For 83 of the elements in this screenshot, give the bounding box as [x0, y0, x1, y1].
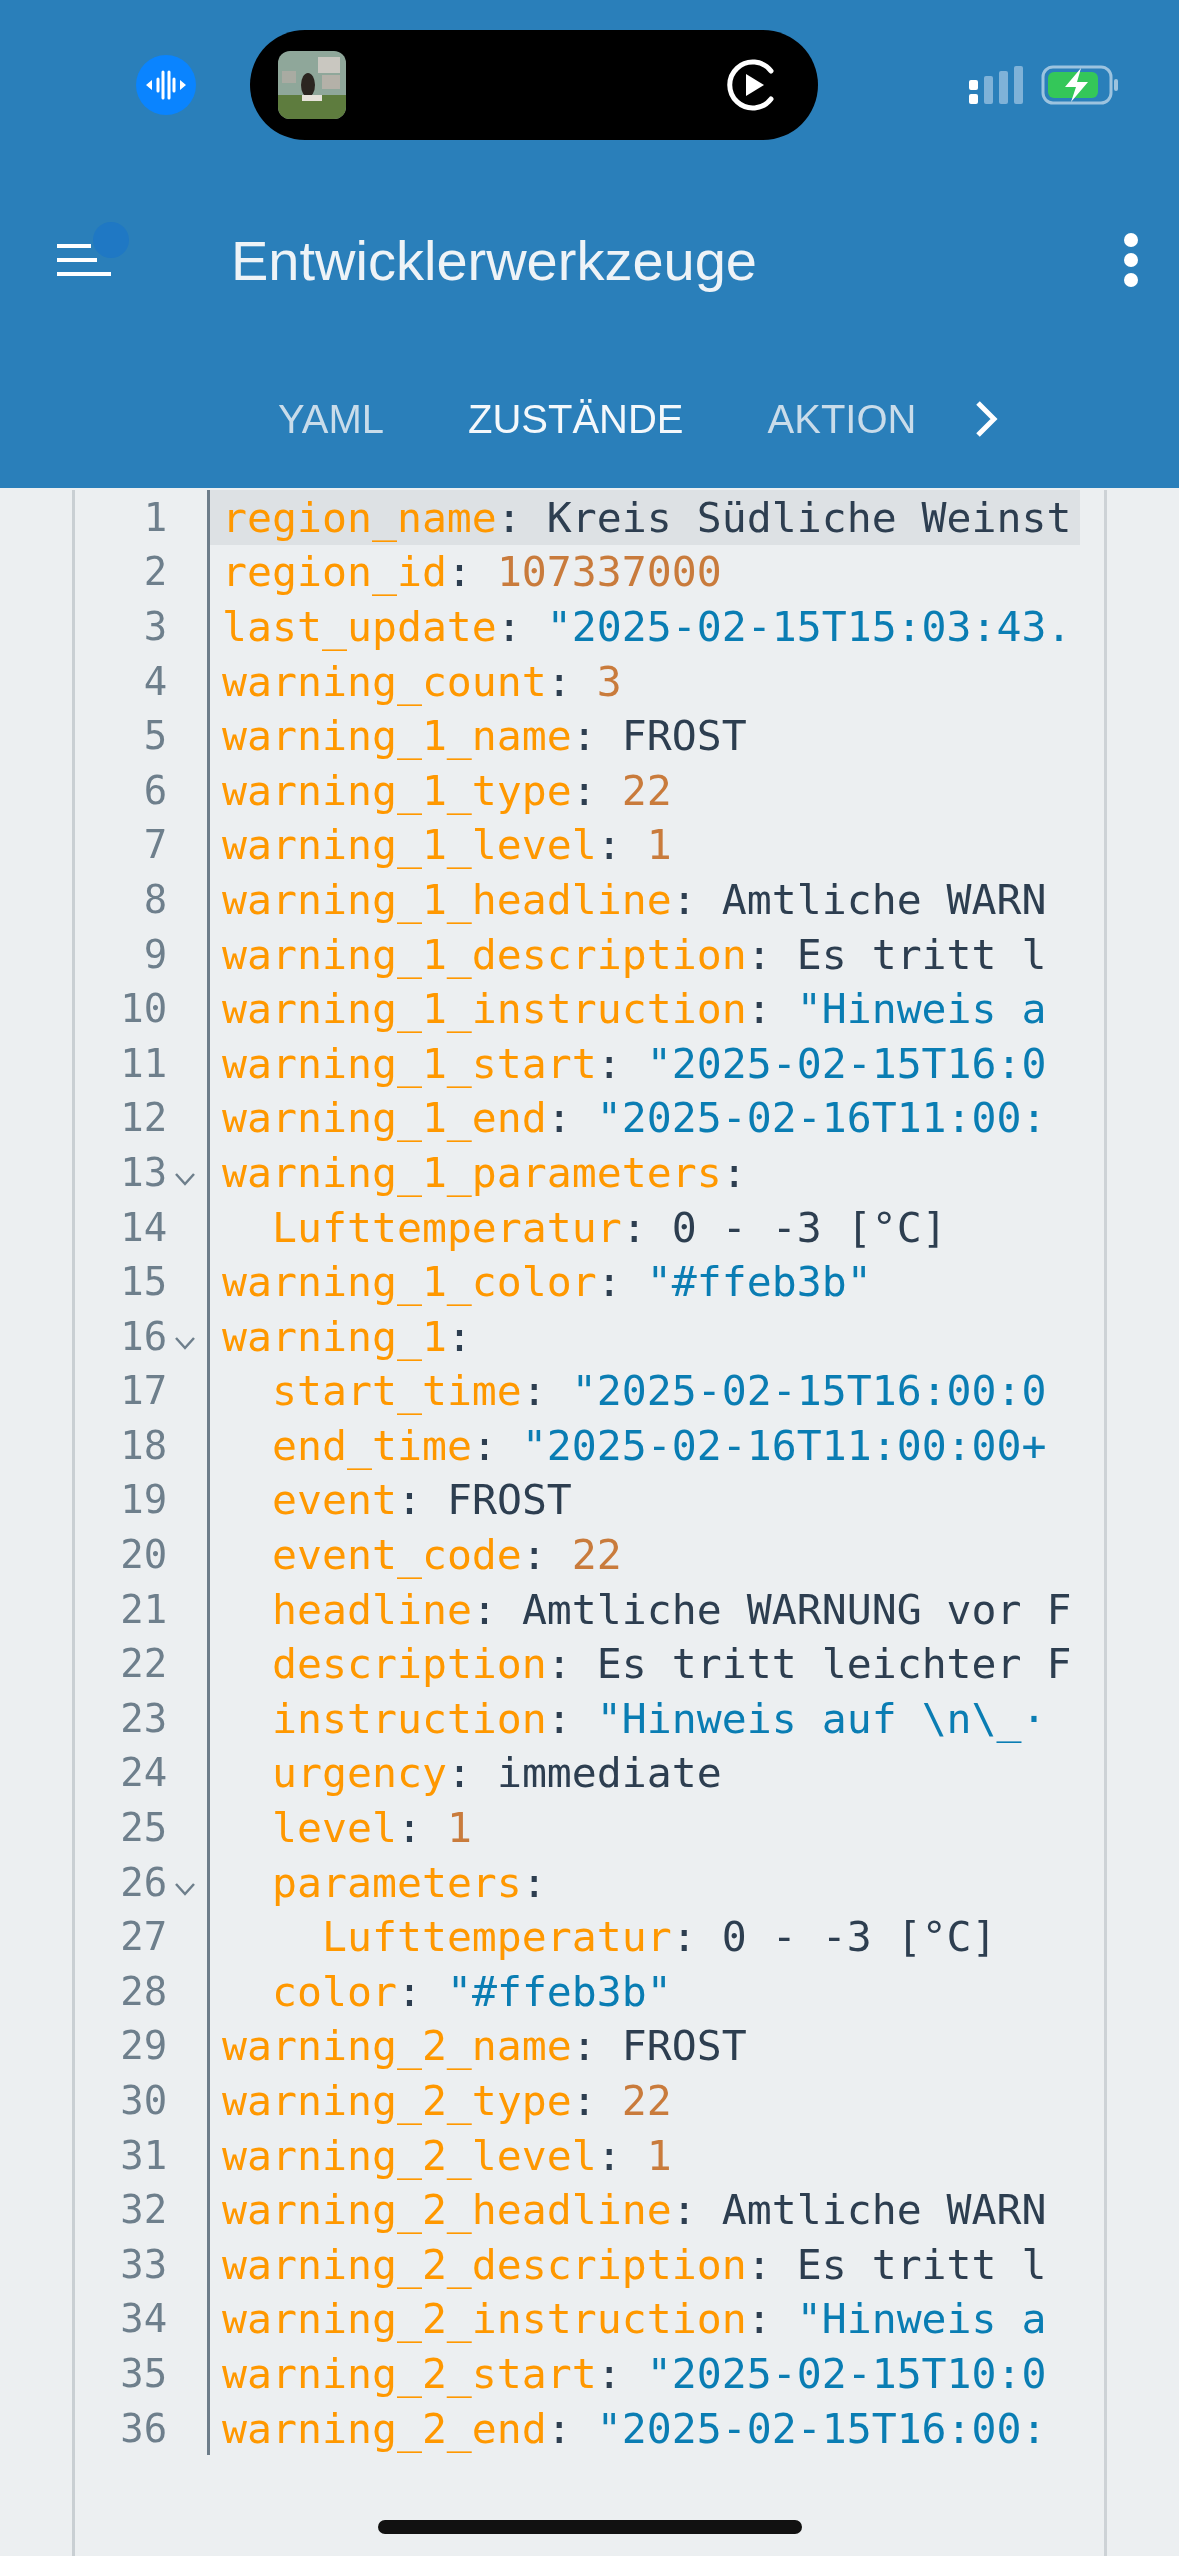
line-number: 11: [119, 1040, 168, 1086]
code-line: warning_2_type: 22: [221, 2075, 673, 2127]
code-line: headline: Amtliche WARNUNG vor F: [271, 1583, 1073, 1636]
code-line: Lufttemperatur: 0 - -3 [°C]: [320, 1911, 998, 1964]
fold-chevron-icon[interactable]: [173, 1171, 198, 1188]
code-line: warning_1_headline: Amtliche WARN: [221, 873, 1048, 926]
line-number: 30: [119, 2078, 168, 2123]
line-number: 36: [119, 2405, 168, 2451]
line-number: 7: [142, 822, 168, 868]
code-line: warning_2_end: "2025-02-15T16:00:: [221, 2402, 1048, 2455]
code-line: instruction: "Hinweis auf \n\_·: [271, 1692, 1048, 1745]
line-number: 26: [119, 1859, 168, 1905]
code-line: warning_count: 3: [221, 655, 623, 708]
line-number: 16: [119, 1313, 168, 1359]
line-number: 34: [119, 2296, 168, 2342]
tab[interactable]: YAML: [252, 379, 410, 459]
line-number: 20: [119, 1532, 168, 1578]
line-number: 35: [119, 2351, 168, 2396]
code-line: warning_2_name: FROST: [221, 2020, 748, 2073]
line-number: 13: [119, 1149, 168, 1195]
code-line: Lufttemperatur: 0 - -3 [°C]: [271, 1201, 948, 1254]
code-line: end_time: "2025-02-16T11:00:00+: [271, 1419, 1048, 1472]
line-number: 10: [119, 986, 168, 1032]
line-number: 25: [119, 1805, 168, 1851]
code-line: start_time: "2025-02-15T16:00:0: [271, 1365, 1048, 1418]
line-number: 27: [119, 1914, 168, 1960]
code-line: warning_1:: [221, 1310, 473, 1363]
audio-wave-icon: [136, 55, 196, 115]
page-title: Entwicklerwerkzeuge: [231, 227, 757, 293]
code-line: warning_1_description: Es tritt l: [221, 928, 1048, 981]
code-line: level: 1: [271, 1802, 473, 1855]
code-line: warning_1_start: "2025-02-15T16:0: [221, 1037, 1048, 1090]
line-number: 19: [119, 1477, 168, 1523]
line-number: 5: [142, 713, 168, 759]
battery-charging-icon: [1041, 65, 1119, 105]
code-line: region_id: 107337000: [221, 546, 723, 599]
more-options-icon[interactable]: [1123, 232, 1139, 288]
code-line: warning_2_level: 1: [221, 2129, 673, 2182]
signal-icon: [969, 66, 1025, 104]
line-number: 23: [119, 1695, 168, 1741]
line-number: 33: [119, 2241, 168, 2287]
code-line: warning_2_headline: Amtliche WARN: [221, 2184, 1048, 2237]
line-number: 17: [119, 1368, 168, 1414]
code-line: warning_2_start: "2025-02-15T10:0: [221, 2348, 1048, 2400]
code-line: parameters:: [271, 1856, 548, 1909]
line-number: 28: [119, 1968, 168, 2014]
tab[interactable]: ZUSTÄNDE: [441, 379, 710, 459]
line-number: 4: [142, 658, 168, 704]
code-line: description: Es tritt leichter F: [271, 1638, 1073, 1691]
code-line: warning_1_parameters:: [221, 1146, 748, 1199]
code-line: warning_1_instruction: "Hinweis a: [221, 983, 1048, 1036]
line-number: 14: [119, 1204, 168, 1250]
code-line: warning_1_name: FROST: [221, 710, 748, 763]
code-line: urgency: immediate: [271, 1747, 723, 1800]
code-line: last_update: "2025-02-15T15:03:43.: [221, 601, 1073, 653]
code-line: event: FROST: [271, 1474, 573, 1527]
code-line: event_code: 22: [271, 1529, 623, 1582]
line-number: 12: [119, 1095, 168, 1141]
code-line: color: "#ffeb3b": [271, 1965, 673, 2018]
line-number: 29: [119, 2023, 168, 2069]
line-number: 3: [142, 604, 168, 649]
line-number: 2: [142, 549, 168, 595]
fold-chevron-icon[interactable]: [173, 1881, 198, 1898]
line-number: 6: [142, 767, 168, 813]
line-number: 15: [119, 1259, 168, 1305]
tab[interactable]: AKTION: [741, 379, 943, 459]
line-number: 18: [119, 1422, 168, 1468]
code-line: warning_1_level: 1: [221, 819, 673, 872]
code-line: warning_1_end: "2025-02-16T11:00:: [221, 1092, 1048, 1145]
line-number: 8: [142, 876, 168, 922]
chevron-right-icon[interactable]: [974, 399, 999, 439]
line-number: 31: [119, 2132, 168, 2178]
line-number: 21: [119, 1586, 168, 1632]
code-line: warning_2_instruction: "Hinweis a: [221, 2293, 1048, 2346]
line-number: 1: [142, 494, 168, 540]
line-number: 22: [119, 1641, 168, 1687]
code-line: warning_1_type: 22: [221, 764, 673, 817]
line-number: 24: [119, 1750, 168, 1796]
code-line: warning_1_color: "#ffeb3b": [221, 1256, 873, 1309]
code-line: warning_2_description: Es tritt l: [221, 2238, 1048, 2291]
line-number: 32: [119, 2187, 168, 2233]
fold-chevron-icon[interactable]: [173, 1335, 198, 1352]
line-number: 9: [142, 931, 168, 977]
